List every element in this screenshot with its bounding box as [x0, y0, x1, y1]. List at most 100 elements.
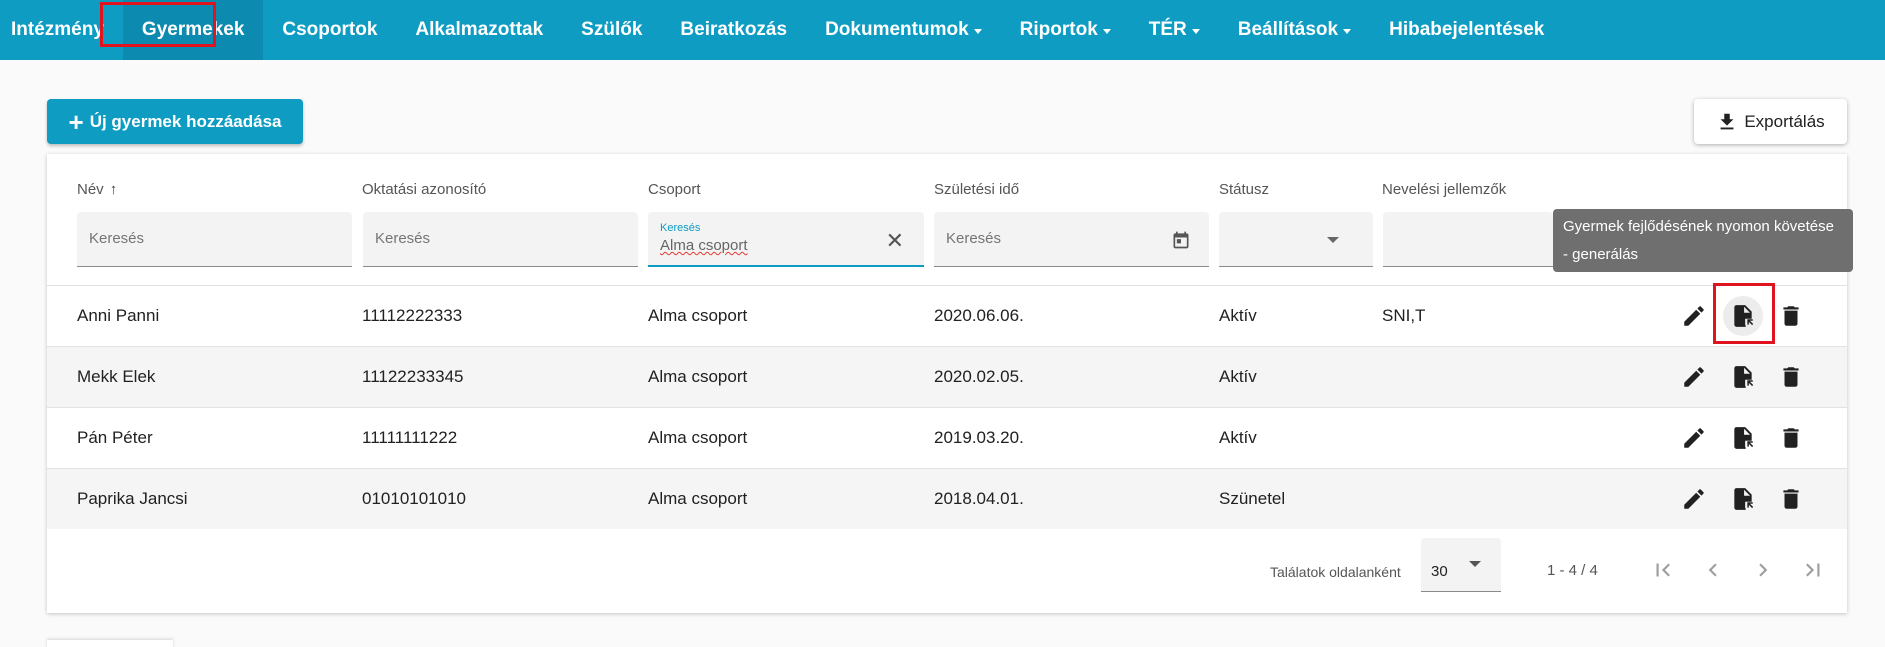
column-header-name[interactable]: Név ↑	[77, 181, 117, 198]
table-row[interactable]: Paprika Jancsi 01010101010 Alma csoport 201…	[47, 468, 1847, 529]
top-navbar: Intézmény Gyermekek Csoportok Alkalmazottak…	[0, 0, 1885, 60]
traits-filter[interactable]	[1383, 212, 1553, 267]
previous-page-button[interactable]	[1695, 552, 1731, 588]
nav-item-5[interactable]: Beiratkozás	[661, 0, 806, 60]
export-label: Exportálás	[1744, 111, 1825, 131]
last-page-button[interactable]	[1795, 552, 1831, 588]
chevron-down-icon	[1469, 561, 1481, 567]
cell-group: Alma csoport	[648, 306, 748, 325]
edit-button[interactable]	[1679, 301, 1709, 331]
caret-down-icon	[1343, 28, 1352, 34]
plus-icon: +	[68, 106, 84, 137]
caret-down-icon	[1191, 28, 1200, 34]
table-row[interactable]: Pán Péter 11111111222 Alma csoport 2019.03.…	[47, 407, 1847, 468]
report-generate-button[interactable]	[1728, 362, 1758, 392]
cell-status: Aktív	[1219, 306, 1257, 325]
id-search-input[interactable]	[375, 230, 595, 247]
document-report-icon	[1734, 427, 1754, 449]
name-search-input[interactable]	[89, 230, 309, 247]
trash-icon	[1783, 489, 1799, 509]
last-page-icon	[1806, 563, 1820, 577]
cell-birth-date: 2019.03.20.	[934, 428, 1024, 447]
group-filter-label: Keresés	[660, 222, 701, 234]
group-filter-value[interactable]: Alma csoport	[660, 237, 748, 254]
clear-icon[interactable]: ✕	[886, 230, 904, 252]
report-generate-button[interactable]	[1728, 484, 1758, 514]
pencil-icon	[1684, 306, 1704, 326]
trash-icon	[1783, 306, 1799, 326]
delete-button[interactable]	[1776, 362, 1806, 392]
calendar-icon[interactable]	[1171, 230, 1191, 250]
nav-item-3[interactable]: Alkalmazottak	[396, 0, 562, 60]
report-generate-button[interactable]	[1723, 296, 1763, 336]
next-page-button[interactable]	[1745, 552, 1781, 588]
nav-item-10[interactable]: Hibabejelentések	[1370, 0, 1563, 60]
nav-item-2[interactable]: Csoportok	[263, 0, 396, 60]
cell-group: Alma csoport	[648, 428, 748, 447]
sort-arrow-up-icon: ↑	[109, 181, 118, 198]
edit-button[interactable]	[1679, 423, 1709, 453]
delete-button[interactable]	[1776, 423, 1806, 453]
cell-birth-date: 2020.06.06.	[934, 306, 1024, 325]
cell-education-id: 11112222333	[362, 306, 463, 325]
table-row[interactable]: Anni Panni 11112222333 Alma csoport 2020.06…	[47, 285, 1847, 346]
nav-item-9[interactable]: Beállítások	[1219, 0, 1370, 60]
cell-education-id: 11122233345	[362, 367, 464, 386]
delete-button[interactable]	[1776, 484, 1806, 514]
caret-down-icon	[1102, 28, 1111, 34]
nav-item-6[interactable]: Dokumentumok	[806, 0, 1001, 60]
first-page-button[interactable]	[1645, 552, 1681, 588]
delete-button[interactable]	[1776, 301, 1806, 331]
bottom-panel-edge	[47, 640, 173, 647]
add-child-label: Új gyermek hozzáadása	[89, 111, 282, 131]
page-size-label: Találatok oldalanként	[1270, 564, 1401, 580]
status-filter[interactable]	[1219, 212, 1373, 267]
pencil-icon	[1684, 489, 1704, 509]
caret-down-icon	[973, 28, 982, 34]
edit-button[interactable]	[1679, 362, 1709, 392]
nav-item-1[interactable]: Gyermekek	[122, 0, 264, 60]
cell-education-id: 01010101010	[362, 489, 467, 508]
birth-date-search-input[interactable]	[946, 230, 1166, 247]
trash-icon	[1783, 367, 1799, 387]
tooltip: Gyermek fejlődésének nyomon követése - g…	[1553, 209, 1853, 272]
document-report-icon	[1734, 305, 1754, 327]
column-header-birth-date[interactable]: Születési idő	[934, 181, 1019, 198]
birth-date-filter	[934, 212, 1209, 267]
chevron-down-icon	[1327, 237, 1339, 243]
column-header-status[interactable]: Státusz	[1219, 181, 1269, 198]
name-filter	[77, 212, 352, 267]
table-row[interactable]: Mekk Elek 11122233345 Alma csoport 2020.02.…	[47, 346, 1847, 407]
column-header-education-id[interactable]: Oktatási azonosító	[362, 181, 486, 198]
pagination-range: 1 - 4 / 4	[1547, 562, 1598, 579]
trash-icon	[1783, 428, 1799, 448]
export-button[interactable]: Exportálás	[1694, 99, 1847, 144]
cell-group: Alma csoport	[648, 367, 748, 386]
edit-button[interactable]	[1679, 484, 1709, 514]
add-child-button[interactable]: + Új gyermek hozzáadása	[47, 99, 303, 144]
download-icon	[1720, 113, 1734, 129]
nav-item-7[interactable]: Riportok	[1001, 0, 1130, 60]
first-page-icon	[1656, 563, 1670, 577]
cell-name: Mekk Elek	[77, 367, 156, 386]
nav-item-8[interactable]: TÉR	[1130, 0, 1219, 60]
nav-item-0[interactable]: Intézmény	[0, 0, 123, 60]
document-report-icon	[1734, 366, 1754, 388]
page-size-select[interactable]: 30	[1421, 538, 1501, 592]
cell-status: Aktív	[1219, 428, 1257, 447]
cell-status: Szünetel	[1219, 489, 1286, 508]
cell-group: Alma csoport	[648, 489, 748, 508]
cell-birth-date: 2018.04.01.	[934, 489, 1024, 508]
pencil-icon	[1684, 367, 1704, 387]
pencil-icon	[1684, 428, 1704, 448]
column-header-traits[interactable]: Nevelési jellemzők	[1382, 181, 1506, 198]
chevron-left-icon	[1708, 563, 1717, 577]
cell-traits: SNI,T	[1382, 306, 1426, 325]
report-generate-button[interactable]	[1728, 423, 1758, 453]
nav-item-4[interactable]: Szülők	[562, 0, 661, 60]
cell-education-id: 11111111222	[362, 428, 458, 447]
cell-status: Aktív	[1219, 367, 1257, 386]
column-header-group[interactable]: Csoport	[648, 181, 701, 198]
group-filter[interactable]: Keresés Alma csoport ✕	[648, 212, 924, 267]
cell-name: Pán Péter	[77, 428, 153, 447]
